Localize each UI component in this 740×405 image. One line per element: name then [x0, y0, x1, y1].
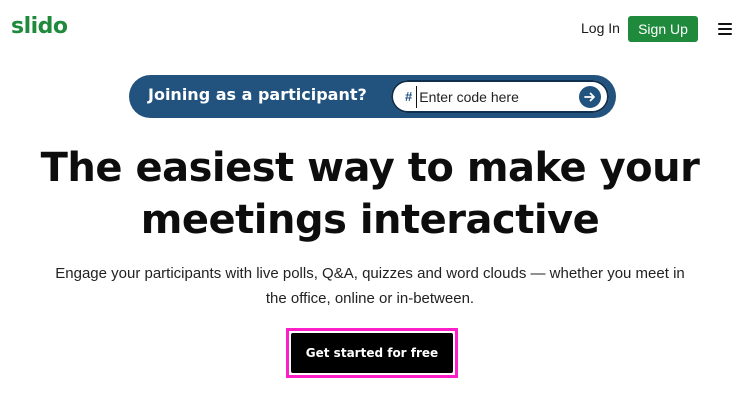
menu-bar	[718, 33, 732, 35]
page: slido Log In Sign Up Joining as a partic…	[0, 0, 740, 405]
get-started-button[interactable]: Get started for free	[291, 333, 453, 373]
arrow-right-icon	[584, 92, 595, 102]
subtext-line: the office, online or in-between.	[265, 290, 475, 307]
event-code-input[interactable]	[416, 85, 567, 108]
login-link[interactable]: Log In	[581, 20, 620, 36]
hamburger-menu-icon[interactable]	[718, 23, 732, 35]
participant-join-bar: Joining as a participant? #	[129, 75, 616, 118]
headline-line: The easiest way to make your	[40, 145, 700, 191]
join-label: Joining as a participant?	[148, 85, 367, 104]
subtext-line: Engage your participants with live polls…	[55, 265, 685, 282]
menu-bar	[718, 23, 732, 25]
join-submit-button[interactable]	[579, 86, 601, 108]
hash-icon: #	[405, 89, 413, 104]
menu-bar	[718, 28, 732, 30]
hero-headline: The easiest way to make your meetings in…	[0, 142, 740, 246]
hero-subtext: Engage your participants with live polls…	[20, 261, 720, 311]
headline-line: meetings interactive	[140, 197, 600, 243]
signup-button[interactable]: Sign Up	[628, 16, 698, 42]
slido-logo[interactable]: slido	[11, 14, 68, 39]
event-code-field[interactable]: #	[391, 80, 609, 113]
